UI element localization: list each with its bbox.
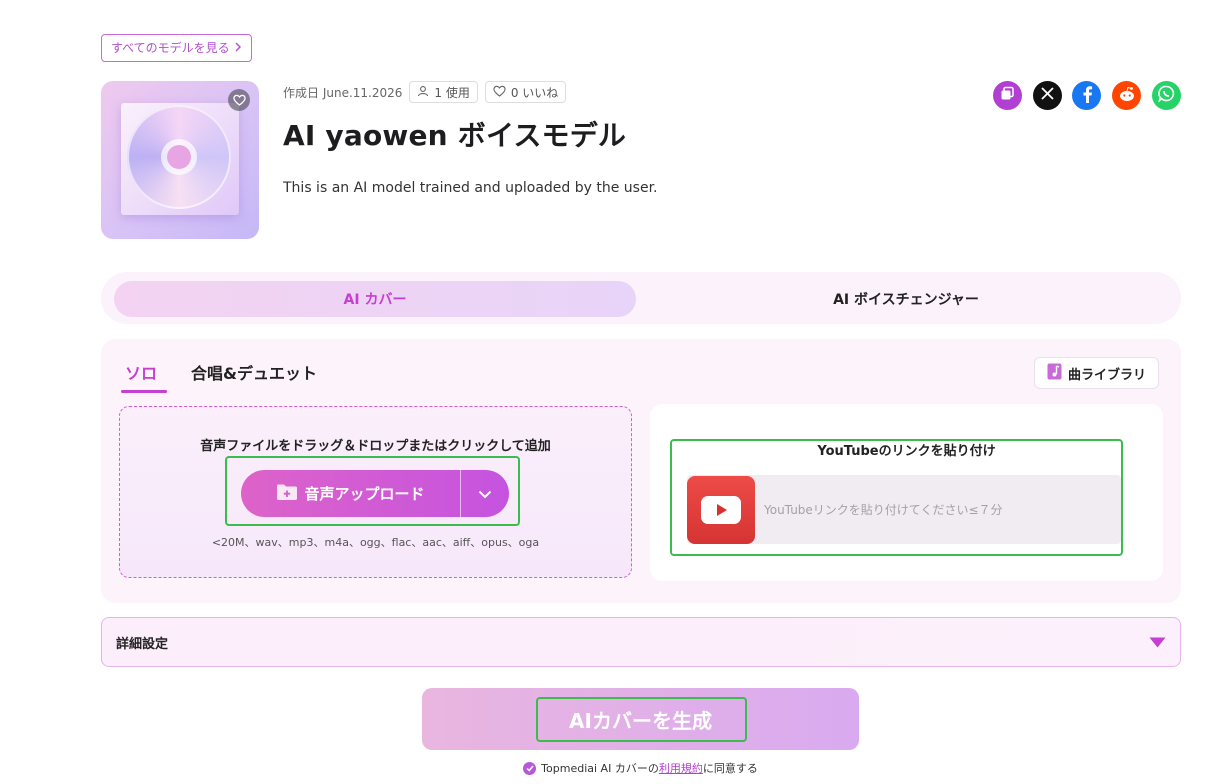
chevron-down-icon (478, 484, 492, 503)
tab-ai-cover[interactable]: AI カバー (114, 281, 636, 317)
share-reddit-button[interactable] (1112, 81, 1141, 110)
terms-agreement: Topmediai AI カバーの利用規約に同意する (0, 760, 1219, 776)
whatsapp-icon (1158, 85, 1175, 106)
music-note-icon (1047, 363, 1062, 384)
song-library-button[interactable]: 曲ライブラリ (1034, 357, 1160, 389)
heart-icon (232, 91, 246, 110)
supported-formats: <20M、wav、mp3、m4a、ogg、flac、aac、aiff、opus、… (211, 536, 540, 549)
cover-panel: ソロ 合唱&デュエット 曲ライブラリ 音声ファイルをドラッグ＆ドロップまたはクリ… (101, 339, 1181, 603)
page-title: AI yaowen ボイスモデル (283, 119, 627, 152)
back-link-label: すべてのモデルを見る (111, 41, 230, 55)
generate-ai-cover-button[interactable]: AIカバーを生成 (422, 688, 859, 750)
facebook-icon (1080, 85, 1094, 107)
share-whatsapp-button[interactable] (1152, 81, 1181, 110)
tab-duet[interactable]: 合唱&デュエット (191, 360, 317, 384)
model-meta: 作成日 June.11.2026 1 使用 0 いいね (283, 81, 567, 103)
like-button[interactable]: 0 いいね (484, 81, 567, 103)
terms-suffix: に同意する (702, 762, 758, 775)
tab-solo[interactable]: ソロ (120, 360, 168, 393)
drop-zone-title: 音声ファイルをドラッグ＆ドロップまたはクリックして追加 (200, 439, 551, 454)
uses-badge: 1 使用 (409, 81, 478, 103)
upload-button-label: 音声アップロード (304, 485, 425, 503)
user-icon (417, 85, 429, 100)
tab-ai-voice-changer[interactable]: AI ボイスチェンジャー (656, 281, 1156, 317)
upload-options-dropdown[interactable] (461, 470, 509, 517)
cd-disc-icon (127, 105, 231, 209)
terms-prefix: Topmediai AI カバーの (541, 762, 659, 775)
x-logo-icon (1040, 86, 1055, 105)
upload-main-area[interactable]: 音声アップロード (241, 470, 461, 517)
heart-outline-icon (493, 85, 506, 100)
youtube-link-card: YouTubeのリンクを貼り付け (650, 404, 1163, 581)
youtube-card-title: YouTubeのリンクを貼り付け (817, 444, 996, 459)
uses-count: 1 使用 (434, 85, 470, 100)
created-date: 作成日 June.11.2026 (283, 85, 403, 100)
copy-link-button[interactable] (993, 81, 1022, 110)
favorite-button[interactable] (228, 89, 250, 111)
youtube-icon (687, 475, 755, 544)
audio-drop-zone[interactable]: 音声ファイルをドラッグ＆ドロップまたはクリックして追加 音声アップロード <20… (119, 406, 632, 578)
audio-upload-button[interactable]: 音声アップロード (241, 470, 509, 517)
check-circle-icon[interactable] (523, 761, 537, 775)
youtube-link-input[interactable] (755, 475, 1121, 544)
advanced-settings-toggle[interactable]: 詳細設定 (101, 617, 1181, 667)
likes-count: 0 いいね (510, 85, 559, 100)
song-library-label: 曲ライブラリ (1068, 367, 1147, 383)
share-facebook-button[interactable] (1072, 81, 1101, 110)
chevron-right-icon (234, 35, 242, 61)
all-models-link[interactable]: すべてのモデルを見る (101, 34, 252, 62)
model-description: This is an AI model trained and uploaded… (283, 180, 658, 196)
terms-link[interactable]: 利用規約 (659, 762, 703, 775)
advanced-settings-label: 詳細設定 (116, 636, 169, 652)
reddit-icon (1118, 86, 1136, 106)
share-x-button[interactable] (1033, 81, 1062, 110)
folder-add-icon (276, 483, 298, 505)
youtube-input-wrap (687, 475, 1121, 544)
triangle-down-icon (1149, 633, 1166, 652)
mode-tab-bar: AI カバー AI ボイスチェンジャー (101, 272, 1181, 324)
copy-icon (1000, 86, 1015, 105)
